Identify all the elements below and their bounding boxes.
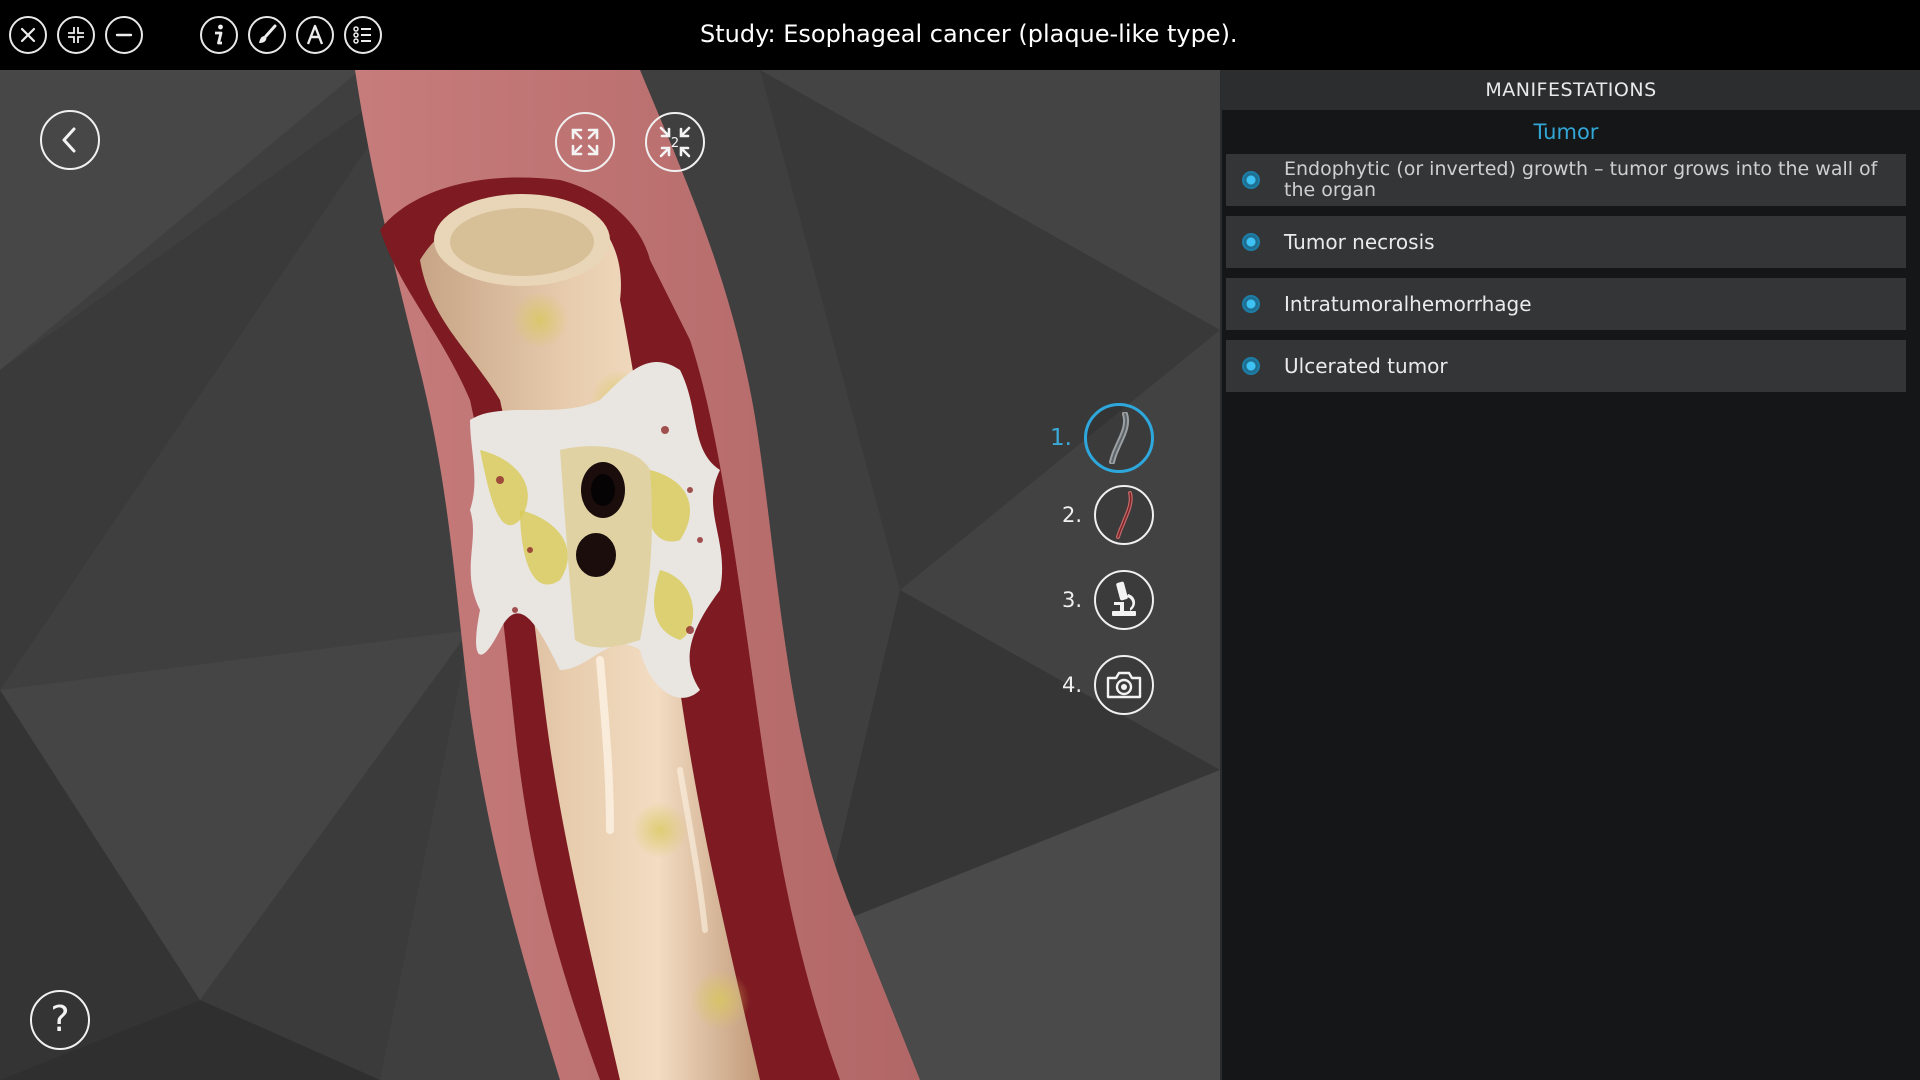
- panel-header: MANIFESTATIONS: [1222, 70, 1920, 110]
- esophagus-3d-model[interactable]: [0, 70, 1220, 1080]
- chevron-left-icon: [62, 127, 76, 153]
- back-button[interactable]: [40, 110, 100, 170]
- restore-window-button[interactable]: [57, 16, 95, 54]
- step-2-button[interactable]: [1094, 485, 1154, 545]
- expand-view-button[interactable]: [555, 112, 615, 172]
- model-viewport[interactable]: 2 1. 2. 3. 4. ?: [0, 70, 1220, 1080]
- step-3-number: 3.: [1061, 588, 1082, 612]
- camera-icon: [1106, 671, 1142, 699]
- study-title: Study: Esophageal cancer (plaque-like ty…: [700, 20, 1238, 48]
- compress-badge: 2: [671, 136, 679, 151]
- radio-bullet-icon: [1242, 171, 1260, 189]
- brush-button[interactable]: [248, 16, 286, 54]
- manifestations-list: Endophytic (or inverted) growth – tumor …: [1222, 154, 1920, 392]
- manifestation-item-tumor-necrosis[interactable]: Tumor necrosis: [1226, 216, 1906, 268]
- esophagus-gray-icon: [1109, 412, 1129, 464]
- manifestation-item-ulcerated-tumor[interactable]: Ulcerated tumor: [1226, 340, 1906, 392]
- manifestation-label: Ulcerated tumor: [1284, 354, 1448, 378]
- expand-arrows-icon: [571, 128, 599, 156]
- step-4-button[interactable]: [1094, 655, 1154, 715]
- text-label-icon: [306, 24, 324, 45]
- list-icon: [353, 26, 371, 44]
- question-mark-icon: ?: [50, 999, 70, 1040]
- manifestation-label: Endophytic (or inverted) growth – tumor …: [1284, 158, 1878, 201]
- top-toolbar: Study: Esophageal cancer (plaque-like ty…: [0, 0, 1920, 70]
- radio-bullet-icon: [1242, 357, 1260, 375]
- app-window: Study: Esophageal cancer (plaque-like ty…: [0, 0, 1920, 1080]
- close-window-button[interactable]: [9, 16, 47, 54]
- microscope-icon: [1112, 581, 1136, 616]
- step-2-number: 2.: [1061, 503, 1082, 527]
- list-button[interactable]: [344, 16, 382, 54]
- step-2: 2.: [1048, 485, 1154, 545]
- minimize-window-button[interactable]: [105, 16, 143, 54]
- step-1-number: 1.: [1050, 425, 1072, 451]
- panel-subtitle: Tumor: [1533, 120, 1599, 144]
- radio-bullet-icon: [1242, 295, 1260, 313]
- esophagus-red-icon: [1116, 491, 1133, 539]
- text-label-button[interactable]: [296, 16, 334, 54]
- compress-view-button[interactable]: 2: [645, 112, 705, 172]
- info-button[interactable]: [200, 16, 238, 54]
- manifestation-label: Tumor necrosis: [1284, 230, 1435, 254]
- step-3-button[interactable]: [1094, 570, 1154, 630]
- step-4: 4.: [1048, 655, 1154, 715]
- step-1-button[interactable]: [1084, 403, 1154, 473]
- minimize-icon: [115, 33, 133, 37]
- step-3: 3.: [1048, 570, 1154, 630]
- brush-icon: [259, 24, 277, 43]
- radio-bullet-icon: [1242, 233, 1260, 251]
- manifestation-label: Intratumoralhemorrhage: [1284, 292, 1532, 316]
- manifestation-item-endophytic-growth[interactable]: Endophytic (or inverted) growth – tumor …: [1226, 154, 1906, 206]
- compress-arrows-icon: 2: [659, 126, 691, 158]
- info-icon: [215, 24, 223, 45]
- step-1: 1.: [1038, 403, 1154, 473]
- help-button[interactable]: ?: [30, 990, 90, 1050]
- restore-icon: [68, 27, 84, 43]
- close-icon: [20, 27, 36, 43]
- manifestations-panel: MANIFESTATIONS Tumor Endophytic (or inve…: [1220, 70, 1920, 1080]
- step-4-number: 4.: [1061, 673, 1082, 697]
- manifestation-item-intratumoral-hemorrhage[interactable]: Intratumoralhemorrhage: [1226, 278, 1906, 330]
